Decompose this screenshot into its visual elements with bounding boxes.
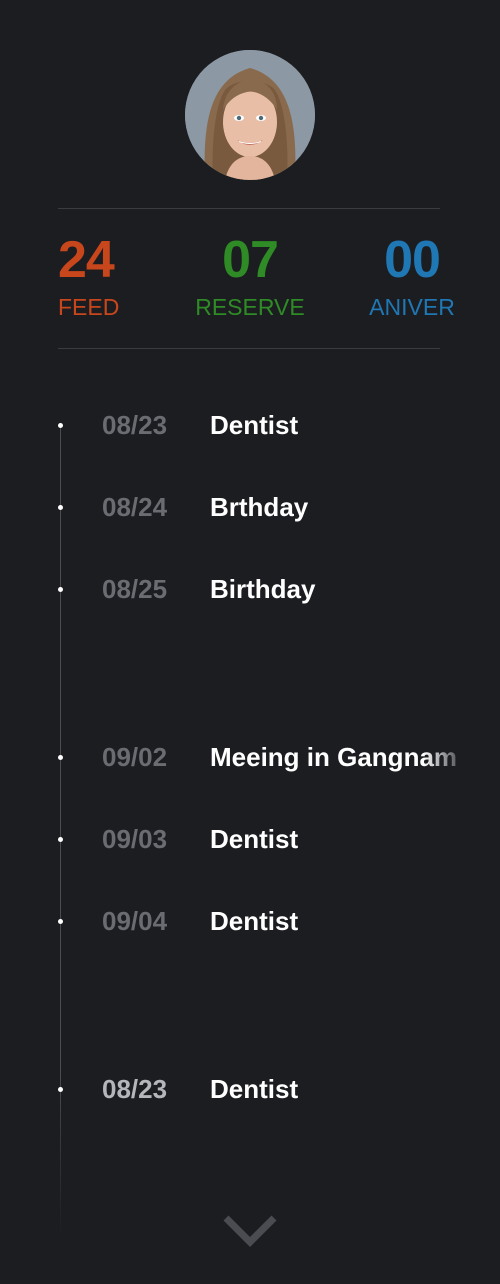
timeline-event[interactable]: 08/24 Brthday: [0, 487, 500, 527]
stat-feed-label: FEED: [58, 294, 120, 320]
stat-aniver[interactable]: 00 ANIVER: [366, 230, 458, 322]
stat-aniver-label: ANIVER: [369, 294, 455, 320]
event-title: Brthday: [210, 492, 309, 522]
timeline-event[interactable]: 08/25 Birthday: [0, 569, 500, 609]
event-title: Birthday: [210, 574, 316, 604]
event-title: Meeing in Gangnam: [210, 742, 458, 772]
timeline-dot: [58, 755, 63, 760]
timeline-event[interactable]: 09/03 Dentist: [0, 819, 500, 859]
stats-divider-top: [58, 208, 440, 209]
event-date: 09/03: [102, 824, 168, 854]
timeline-dot: [58, 423, 63, 428]
event-date: 08/23: [102, 1074, 168, 1104]
stat-aniver-value: 00: [384, 231, 441, 289]
event-title: Dentist: [210, 1074, 299, 1104]
timeline-event[interactable]: 08/23 Dentist: [0, 1069, 500, 1109]
stat-reserve[interactable]: 07 RESERVE: [190, 230, 310, 322]
timeline-dot: [58, 505, 63, 510]
avatar[interactable]: [185, 50, 315, 180]
event-title: Dentist: [210, 824, 299, 854]
event-title: Dentist: [210, 906, 299, 936]
timeline-dot: [58, 587, 63, 592]
chevron-down-icon[interactable]: [220, 1210, 280, 1250]
stat-feed-value: 24: [58, 231, 115, 289]
avatar-photo: [185, 50, 315, 180]
event-date: 09/04: [102, 906, 168, 936]
stats-divider-bottom: [58, 348, 440, 349]
timeline-dot: [58, 1087, 63, 1092]
stat-reserve-label: RESERVE: [195, 294, 305, 320]
event-title: Dentist: [210, 410, 299, 440]
timeline-event[interactable]: 08/23 Dentist: [0, 405, 500, 445]
timeline-dot: [58, 919, 63, 924]
timeline-dot: [58, 837, 63, 842]
stat-reserve-value: 07: [222, 231, 279, 289]
timeline-event[interactable]: 09/04 Dentist: [0, 901, 500, 941]
event-date: 08/23: [102, 410, 168, 440]
timeline-event[interactable]: 09/02 Meeing in Gangnam: [0, 737, 500, 777]
event-date: 09/02: [102, 742, 168, 772]
event-date: 08/25: [102, 574, 168, 604]
event-date: 08/24: [102, 492, 168, 522]
stat-feed[interactable]: 24 FEED: [58, 230, 122, 322]
